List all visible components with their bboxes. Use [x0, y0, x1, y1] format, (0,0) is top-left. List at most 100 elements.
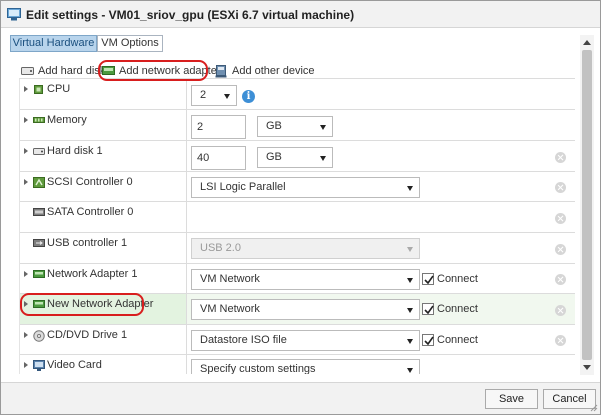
expand-caret-icon[interactable] [24, 179, 28, 185]
connect-label: Connect [437, 334, 478, 346]
cpu-count-select[interactable]: 2 [191, 85, 237, 106]
disk-size-input[interactable]: 40 [191, 146, 246, 170]
expand-caret-icon[interactable] [24, 271, 28, 277]
video-card-icon [33, 360, 45, 371]
scrollbar-thumb[interactable] [582, 50, 592, 360]
network-select[interactable]: VM Network [191, 299, 420, 320]
resize-grip-icon[interactable] [590, 404, 598, 412]
device-label: USB controller 1 [47, 237, 128, 249]
cd-dvd-media-select[interactable]: Datastore ISO file [191, 330, 420, 351]
scroll-down-icon[interactable] [583, 365, 591, 370]
tab-virtual-hardware[interactable]: Virtual Hardware [10, 35, 97, 52]
chevron-down-icon [407, 308, 413, 313]
disk-unit-select[interactable]: GB [257, 147, 333, 168]
network-adapter-icon [33, 270, 45, 278]
expand-caret-icon[interactable] [24, 362, 28, 368]
cancel-button[interactable]: Cancel [543, 389, 596, 409]
video-card-settings-select[interactable]: Specify custom settings [191, 359, 420, 374]
sata-controller-icon [33, 208, 45, 216]
remove-device-icon[interactable] [555, 244, 566, 255]
cd-dvd-icon [33, 330, 45, 342]
remove-device-icon[interactable] [555, 274, 566, 285]
add-network-adapter-label: Add network adapter [119, 65, 221, 77]
device-label: CPU [47, 83, 71, 95]
add-hard-disk-label: Add hard disk [38, 65, 106, 77]
expand-caret-icon[interactable] [24, 117, 28, 123]
checkmark-icon [424, 275, 434, 285]
chevron-down-icon [407, 186, 413, 191]
device-row-memory: Memory 2 GB [20, 110, 575, 141]
expand-caret-icon[interactable] [24, 332, 28, 338]
expand-caret-icon[interactable] [24, 301, 28, 307]
device-list: CPU 2 i Memory 2 GB Hard disk 1 40 GB SC… [19, 78, 575, 374]
device-row-scsi-controller-0: SCSI Controller 0 LSI Logic Parallel [20, 172, 575, 202]
add-network-adapter-button[interactable]: Add network adapter [102, 63, 221, 79]
scsi-controller-icon [33, 177, 45, 188]
edit-settings-dialog: Edit settings - VM01_sriov_gpu (ESXi 6.7… [0, 0, 601, 415]
remove-device-icon[interactable] [555, 152, 566, 163]
add-hard-disk-button[interactable]: Add hard disk [21, 63, 105, 79]
expand-caret-icon[interactable] [24, 148, 28, 154]
scroll-up-icon[interactable] [583, 40, 591, 45]
network-select[interactable]: VM Network [191, 269, 420, 290]
title-bar[interactable]: Edit settings - VM01_sriov_gpu (ESXi 6.7… [1, 1, 600, 28]
device-label: SCSI Controller 0 [47, 176, 133, 188]
memory-unit-select[interactable]: GB [257, 116, 333, 137]
cpu-icon [34, 85, 43, 94]
add-other-device-label: Add other device [232, 65, 315, 77]
device-row-cpu: CPU 2 i [20, 79, 575, 110]
network-adapter-icon [33, 300, 45, 308]
memory-icon [33, 117, 45, 123]
remove-device-icon[interactable] [555, 213, 566, 224]
device-label: Memory [47, 114, 87, 126]
device-row-video-card: Video Card Specify custom settings [20, 355, 575, 374]
device-icon [215, 65, 227, 78]
save-button[interactable]: Save [485, 389, 538, 409]
checkmark-icon [424, 336, 434, 346]
chevron-down-icon [407, 368, 413, 373]
connect-label: Connect [437, 273, 478, 285]
scsi-type-select[interactable]: LSI Logic Parallel [191, 177, 420, 198]
connect-checkbox[interactable] [422, 334, 434, 346]
device-label: Video Card [47, 359, 102, 371]
device-label: Network Adapter 1 [47, 268, 138, 280]
usb-version-select: USB 2.0 [191, 238, 420, 259]
device-label: SATA Controller 0 [47, 206, 134, 218]
network-adapter-icon [102, 66, 115, 75]
device-row-new-network-adapter: New Network Adapter VM Network Connect [20, 294, 575, 325]
hard-disk-icon [21, 67, 34, 75]
device-row-network-adapter-1: Network Adapter 1 VM Network Connect [20, 264, 575, 294]
remove-device-icon[interactable] [555, 305, 566, 316]
vm-icon [7, 8, 21, 21]
hardware-toolbar: Add hard disk Add network adapter Add ot… [1, 63, 581, 79]
info-icon[interactable]: i [242, 90, 255, 103]
add-other-device-button[interactable]: Add other device [215, 63, 315, 79]
usb-controller-icon [33, 239, 45, 247]
chevron-down-icon [320, 156, 326, 161]
dialog-title: Edit settings - VM01_sriov_gpu (ESXi 6.7… [26, 8, 355, 22]
expand-caret-icon[interactable] [24, 86, 28, 92]
chevron-down-icon [407, 339, 413, 344]
connect-label: Connect [437, 303, 478, 315]
chevron-down-icon [224, 94, 230, 99]
device-label: CD/DVD Drive 1 [47, 329, 128, 341]
dialog-footer: Save Cancel [1, 382, 600, 414]
remove-device-icon[interactable] [555, 182, 566, 193]
chevron-down-icon [407, 278, 413, 283]
device-row-hard-disk-1: Hard disk 1 40 GB [20, 141, 575, 172]
device-row-sata-controller-0: SATA Controller 0 [20, 202, 575, 233]
device-label: New Network Adapter [47, 298, 154, 310]
device-row-usb-controller-1: USB controller 1 USB 2.0 [20, 233, 575, 264]
connect-checkbox[interactable] [422, 303, 434, 315]
tab-vm-options[interactable]: VM Options [97, 35, 163, 52]
chevron-down-icon [320, 125, 326, 130]
remove-device-icon[interactable] [555, 335, 566, 346]
connect-checkbox[interactable] [422, 273, 434, 285]
device-row-cd-dvd-drive-1: CD/DVD Drive 1 Datastore ISO file Connec… [20, 325, 575, 355]
hard-disk-icon [33, 148, 45, 155]
checkmark-icon [424, 305, 434, 315]
memory-size-input[interactable]: 2 [191, 115, 246, 139]
device-label: Hard disk 1 [47, 145, 103, 157]
vertical-scrollbar[interactable] [580, 35, 594, 375]
chevron-down-icon [407, 247, 413, 252]
